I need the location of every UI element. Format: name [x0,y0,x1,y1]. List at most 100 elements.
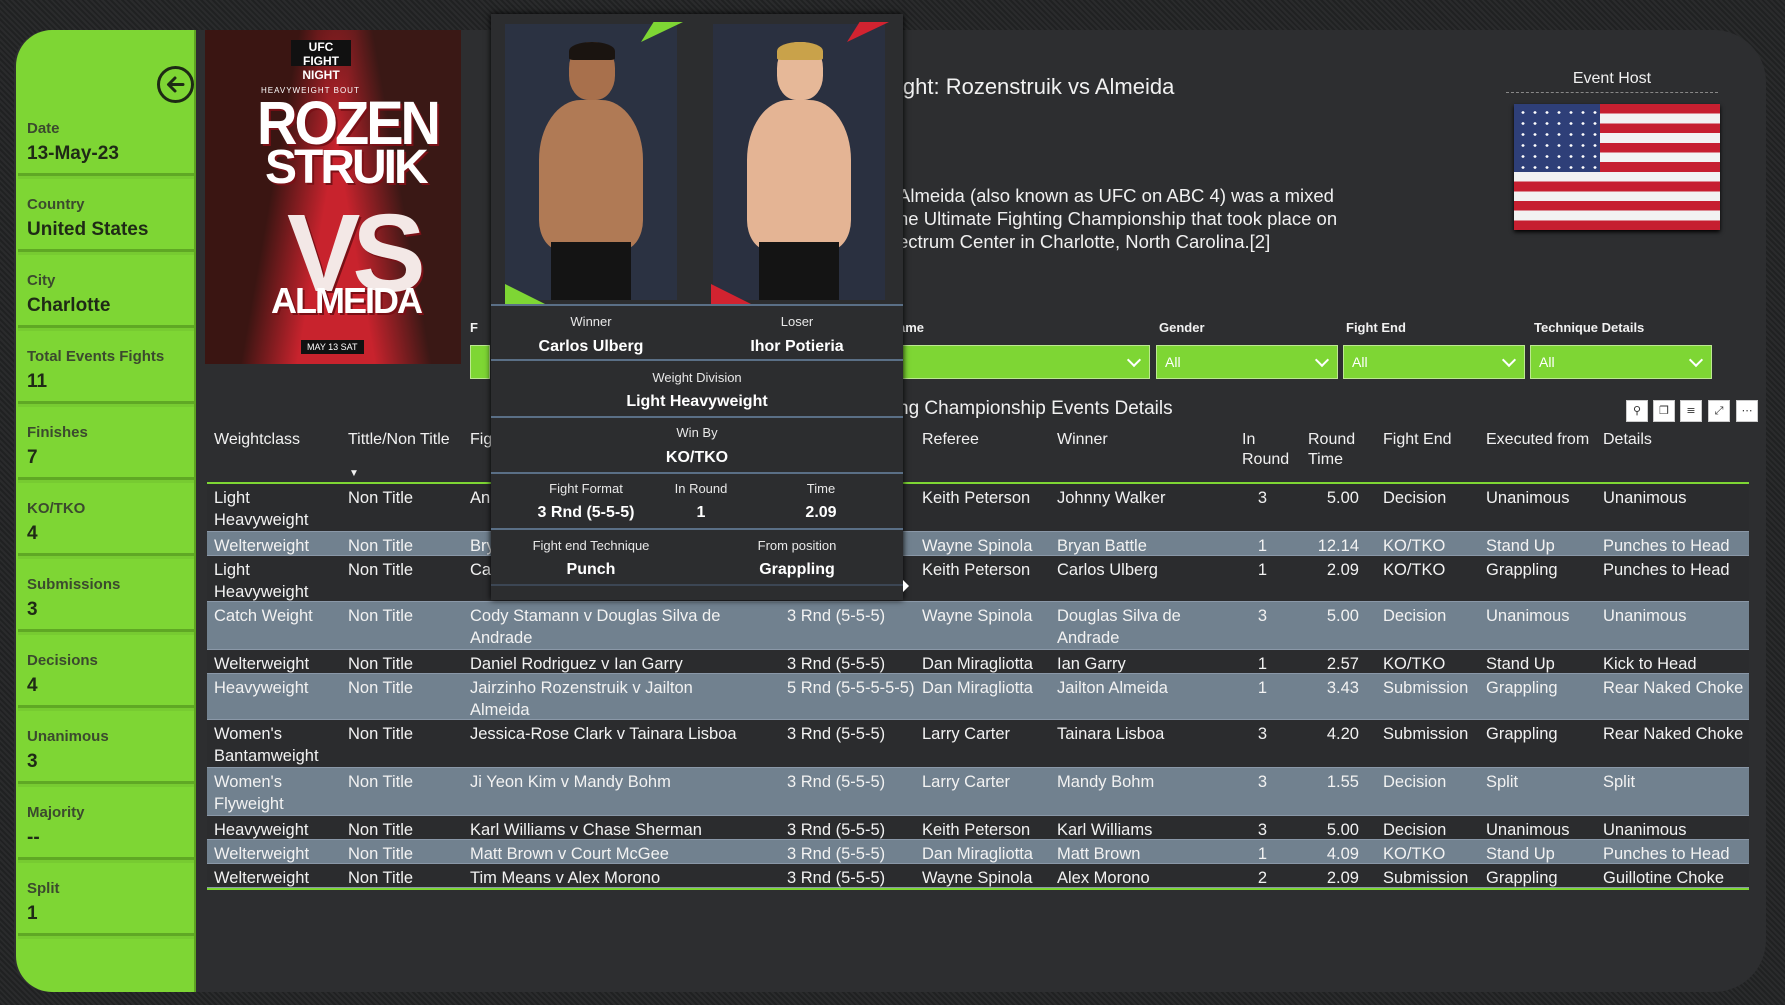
kpi-label: Finishes [27,424,88,441]
cell-fight-end: KO/TKO [1383,561,1446,579]
col-fight-end[interactable]: Fight End [1383,430,1451,450]
cell-round-time: 3.43 [1326,679,1359,697]
table-row[interactable]: Welterweight Non Title Tim Means v Alex Mo… [207,864,1749,888]
back-button[interactable] [157,66,194,103]
table-row[interactable]: Catch Weight Non Title Cody Stamann v Doug… [207,602,1749,650]
winner-figure [533,42,649,300]
cell-fight-name: Cody Stamann v Douglas Silva de Andrade [470,607,721,647]
slicer-label-f: F [470,320,478,335]
col-weightclass[interactable]: Weightclass [214,430,300,450]
kpi-card: City Charlotte [18,262,194,328]
time-label: Time [806,481,836,496]
cell-fight-name: Jessica-Rose Clark v Tainara Lisboa [470,725,737,743]
cell-winner: Douglas Silva de Andrade [1057,607,1181,647]
cell-referee: Larry Carter [922,773,1011,791]
pos-label: From position [757,538,837,553]
slicer-name[interactable] [898,345,1150,379]
cell-in-round: 1 [1257,537,1267,555]
cell-fight-end: KO/TKO [1383,537,1446,555]
cell-winner: Jailton Almeida [1057,679,1168,697]
slicer-fight-end[interactable]: All [1343,345,1525,379]
kpi-card: Country United States [18,186,194,252]
col-round-time[interactable]: Round Time [1308,430,1368,470]
time-value: 2.09 [805,504,837,521]
cell-title-type: Non Title [348,679,414,697]
slicer-gender[interactable]: All [1156,345,1338,379]
slicer-f[interactable] [470,345,490,379]
pin-icon[interactable]: ⚲ [1626,400,1648,422]
table-header: Weightclass Tittle/Non Title ▼ Fig Refer… [207,426,1749,484]
cell-executed-from: Grappling [1486,725,1558,743]
tech-label: Fight end Technique [532,538,650,553]
cell-fight-name: An [470,489,491,507]
focus-mode-icon[interactable]: ⤢ [1708,400,1730,422]
filter-icon[interactable]: ≡ [1680,400,1702,422]
col-title[interactable]: Tittle/Non Title [348,430,450,450]
more-options-icon[interactable]: ⋯ [1736,400,1758,422]
cell-fight-format: 3 Rnd (5-5-5) [787,725,886,743]
loser-photo [713,24,885,300]
cell-in-round: 3 [1257,725,1267,743]
col-winner[interactable]: Winner [1057,430,1108,450]
slicer-technique[interactable]: All [1530,345,1712,379]
cell-referee: Keith Peterson [922,489,1031,507]
cell-in-round: 3 [1257,773,1267,791]
cell-weightclass: Women's Bantamweight [214,725,319,765]
cell-winner: Carlos Ulberg [1057,561,1158,579]
kpi-card: Submissions 3 [18,566,194,632]
cell-round-time: 5.00 [1326,607,1359,625]
chevron-down-icon [1501,352,1517,368]
cell-referee: Wayne Spinola [922,537,1033,555]
col-fight[interactable]: Fig [470,430,492,450]
cell-weightclass: Women's Flyweight [214,773,284,813]
table-row[interactable]: Light Heavyweight Non Title Ca Keith Peters… [207,556,1749,602]
kpi-label: Country [27,196,85,213]
cell-winner: Tainara Lisboa [1057,725,1165,743]
cell-fight-format: 3 Rnd (5-5-5) [787,607,886,625]
col-in-round[interactable]: In Round [1242,430,1302,470]
kpi-label: Unanimous [27,728,109,745]
col-referee[interactable]: Referee [922,430,979,450]
divider [491,528,903,530]
tech-value: Punch [566,561,616,578]
cell-winner: Matt Brown [1057,845,1141,863]
table-row[interactable]: Light Heavyweight Non Title An Keith Peters… [207,484,1749,532]
cell-fight-name: Karl Williams v Chase Sherman [470,821,702,839]
col-executed-from[interactable]: Executed from [1486,430,1589,450]
table-row[interactable]: Welterweight Non Title Matt Brown v Court … [207,840,1749,864]
cell-executed-from: Stand Up [1486,845,1555,863]
table-row[interactable]: Welterweight Non Title Bry Wayne Spinola Bry… [207,532,1749,556]
cell-in-round: 3 [1257,489,1267,507]
table-row[interactable]: Women's Bantamweight Non Title Jessica-Ros… [207,720,1749,768]
cell-fight-end: Decision [1383,489,1447,507]
table-row[interactable]: Heavyweight Non Title Karl Williams v Chas… [207,816,1749,840]
kpi-value: 13-May-23 [27,143,119,164]
slicer-label-gender: Gender [1159,320,1205,335]
sort-desc-icon[interactable]: ▼ [349,464,359,484]
winner-label: Winner [570,314,612,329]
divider [491,584,903,586]
table-row[interactable]: Welterweight Non Title Daniel Rodriguez v … [207,650,1749,674]
flag-canton [1514,104,1600,172]
cell-round-time: 2.09 [1326,869,1359,887]
divider [491,359,903,361]
winby-label: Win By [676,425,718,440]
cell-title-type: Non Title [348,869,414,887]
table-title: ng Championship Events Details [898,398,1173,419]
cell-fight-end: Submission [1383,725,1469,743]
event-poster: UFC FIGHT NIGHT HEAVYWEIGHT BOUT ROZEN S… [205,30,461,364]
event-description: Almeida (also known as UFC on ABC 4) was… [898,185,1338,252]
cell-fight-format: 5 Rnd (5-5-5-5-5) [787,679,915,697]
slicer-gender-value: All [1165,354,1181,370]
kpi-value: -- [27,827,40,848]
table-row[interactable]: Women's Flyweight Non Title Ji Yeon Kim v … [207,768,1749,816]
weight-label: Weight Division [652,370,742,385]
cell-fight-format: 3 Rnd (5-5-5) [787,845,886,863]
col-details[interactable]: Details [1603,430,1652,450]
cell-details: Punches to Head [1603,845,1730,863]
cell-fight-name: Jairzinho Rozenstruik v Jailton Almeida [470,679,693,719]
copy-icon[interactable]: ❐ [1653,400,1675,422]
cell-fight-name: Ji Yeon Kim v Mandy Bohm [470,773,671,791]
table-row[interactable]: Heavyweight Non Title Jairzinho Rozenstrui… [207,674,1749,720]
cell-fight-end: Decision [1383,773,1447,791]
